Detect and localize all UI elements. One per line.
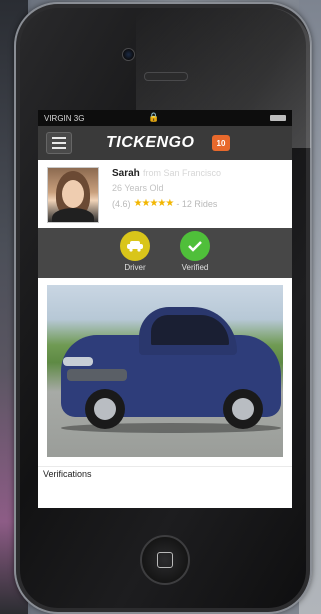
earpiece-speaker bbox=[144, 72, 188, 81]
verified-badge[interactable]: Verified bbox=[165, 231, 225, 272]
hamburger-line bbox=[52, 137, 66, 139]
ride-count: - 12 Rides bbox=[176, 198, 218, 209]
badge-bar: Driver Verified bbox=[38, 228, 292, 278]
home-square-icon bbox=[157, 552, 173, 568]
phone-device: VIRGIN 3G 🔒 TICKENGO 10 Sarah from San F… bbox=[14, 2, 312, 614]
vehicle-photo-card bbox=[38, 278, 292, 466]
battery-icon bbox=[270, 115, 286, 121]
verified-label: Verified bbox=[181, 263, 209, 272]
app-screen: VIRGIN 3G 🔒 TICKENGO 10 Sarah from San F… bbox=[38, 110, 292, 508]
verifications-title: Verifications bbox=[43, 469, 92, 479]
profile-card: Sarah from San Francisco 26 Years Old (4… bbox=[38, 160, 292, 228]
driver-badge[interactable]: Driver bbox=[105, 231, 165, 272]
notification-badge[interactable]: 10 bbox=[212, 135, 230, 151]
status-bar: VIRGIN 3G 🔒 bbox=[38, 110, 292, 126]
car-headlight bbox=[63, 357, 93, 366]
hamburger-line bbox=[52, 147, 66, 149]
hamburger-line bbox=[52, 142, 66, 144]
vehicle-photo[interactable] bbox=[47, 285, 283, 457]
car-icon bbox=[120, 231, 150, 261]
front-camera bbox=[122, 48, 135, 61]
car-rear-wheel bbox=[223, 389, 263, 429]
rating-row: (4.6) ★★★★★ - 12 Rides bbox=[112, 198, 217, 209]
user-name: Sarah bbox=[112, 168, 140, 179]
car-window bbox=[151, 315, 229, 345]
app-bar: TICKENGO 10 bbox=[38, 126, 292, 160]
user-age: 26 Years Old bbox=[112, 183, 164, 193]
home-button[interactable] bbox=[140, 535, 190, 585]
star-rating-icon: ★★★★★ bbox=[133, 198, 175, 209]
rating-value: (4.6) bbox=[112, 198, 131, 209]
car-front-wheel bbox=[85, 389, 125, 429]
car-grill bbox=[67, 369, 127, 381]
user-location: from San Francisco bbox=[143, 168, 222, 178]
avatar-shirt bbox=[52, 208, 94, 222]
check-icon bbox=[180, 231, 210, 261]
avatar-face bbox=[62, 180, 84, 208]
verifications-section: Verifications bbox=[38, 466, 292, 493]
avatar[interactable] bbox=[47, 167, 99, 223]
driver-label: Driver bbox=[124, 263, 146, 272]
carrier-label: VIRGIN 3G bbox=[44, 113, 85, 123]
lock-icon: 🔒 bbox=[148, 112, 160, 122]
app-title: TICKENGO bbox=[106, 134, 195, 151]
menu-button[interactable] bbox=[46, 132, 72, 154]
